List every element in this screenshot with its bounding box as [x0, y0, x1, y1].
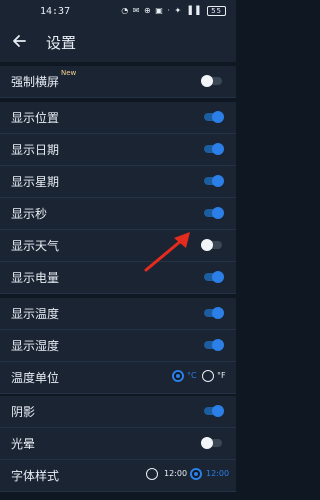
- glow-label: 光晕: [11, 437, 36, 451]
- glow-toggle[interactable]: [200, 436, 224, 450]
- status-bar: 14:37 ◔ ✉ ⊕ ▣ · ✦ ▐ ▌ 55: [0, 0, 236, 24]
- show-date-toggle[interactable]: [200, 142, 224, 156]
- show-humidity-toggle[interactable]: [200, 338, 224, 352]
- celsius-radio[interactable]: [172, 370, 184, 382]
- section-display: 显示位置 显示日期 显示星期 显示秒 显示天气 显示电量: [0, 102, 236, 294]
- status-icon-strip: ◔ ✉ ⊕ ▣ · ✦ ▐ ▌: [121, 6, 204, 15]
- row-show-weekday[interactable]: 显示星期: [0, 166, 236, 198]
- fahrenheit-label: °F: [217, 371, 226, 380]
- force-landscape-label: 强制横屏: [11, 75, 60, 89]
- show-battery-label: 显示电量: [11, 271, 60, 285]
- row-font-style: 字体样式 12:00 12:00: [0, 460, 236, 492]
- status-icons: ◔ ✉ ⊕ ▣ · ✦ ▐ ▌ 55: [121, 6, 226, 16]
- section-effects: 阴影 光晕 字体样式 12:00 12:00: [0, 396, 236, 492]
- annotation-arrow-icon: [144, 232, 190, 272]
- font-style-option-1-label: 12:00: [164, 469, 188, 478]
- page-title: 设置: [46, 34, 77, 52]
- row-show-date[interactable]: 显示日期: [0, 134, 236, 166]
- new-badge: New: [61, 69, 77, 77]
- show-battery-toggle[interactable]: [200, 270, 224, 284]
- row-show-seconds[interactable]: 显示秒: [0, 198, 236, 230]
- row-show-location[interactable]: 显示位置: [0, 102, 236, 134]
- row-show-battery[interactable]: 显示电量: [0, 262, 236, 294]
- row-force-landscape[interactable]: 强制横屏 New: [0, 66, 236, 98]
- font-style-label: 字体样式: [11, 469, 60, 483]
- shadow-label: 阴影: [11, 405, 36, 419]
- back-arrow-icon[interactable]: [10, 32, 28, 50]
- row-glow[interactable]: 光晕: [0, 428, 236, 460]
- show-weather-label: 显示天气: [11, 239, 60, 253]
- celsius-label: °C: [187, 371, 197, 380]
- row-show-humidity[interactable]: 显示湿度: [0, 330, 236, 362]
- show-location-toggle[interactable]: [200, 110, 224, 124]
- show-humidity-label: 显示湿度: [11, 339, 60, 353]
- show-location-label: 显示位置: [11, 111, 60, 125]
- section-orientation: 强制横屏 New: [0, 66, 236, 98]
- show-temperature-label: 显示温度: [11, 307, 60, 321]
- battery-icon: 55: [207, 6, 226, 16]
- show-seconds-label: 显示秒: [11, 207, 48, 221]
- font-style-option-2-radio[interactable]: [190, 468, 202, 480]
- font-style-option-1-radio[interactable]: [146, 468, 158, 480]
- row-shadow[interactable]: 阴影: [0, 396, 236, 428]
- status-time: 14:37: [40, 6, 71, 17]
- show-date-label: 显示日期: [11, 143, 60, 157]
- shadow-toggle[interactable]: [200, 404, 224, 418]
- force-landscape-toggle[interactable]: [200, 74, 224, 88]
- show-weekday-label: 显示星期: [11, 175, 60, 189]
- show-weekday-toggle[interactable]: [200, 174, 224, 188]
- show-weather-toggle[interactable]: [200, 238, 224, 252]
- fahrenheit-radio[interactable]: [202, 370, 214, 382]
- row-temperature-unit: 温度单位 °C °F: [0, 362, 236, 394]
- font-style-option-2-label: 12:00: [206, 469, 230, 478]
- temperature-unit-label: 温度单位: [11, 371, 60, 385]
- row-show-weather[interactable]: 显示天气: [0, 230, 236, 262]
- show-temperature-toggle[interactable]: [200, 306, 224, 320]
- app-bar: 设置: [0, 24, 236, 62]
- section-climate: 显示温度 显示湿度 温度单位 °C °F: [0, 298, 236, 394]
- show-seconds-toggle[interactable]: [200, 206, 224, 220]
- row-show-temperature[interactable]: 显示温度: [0, 298, 236, 330]
